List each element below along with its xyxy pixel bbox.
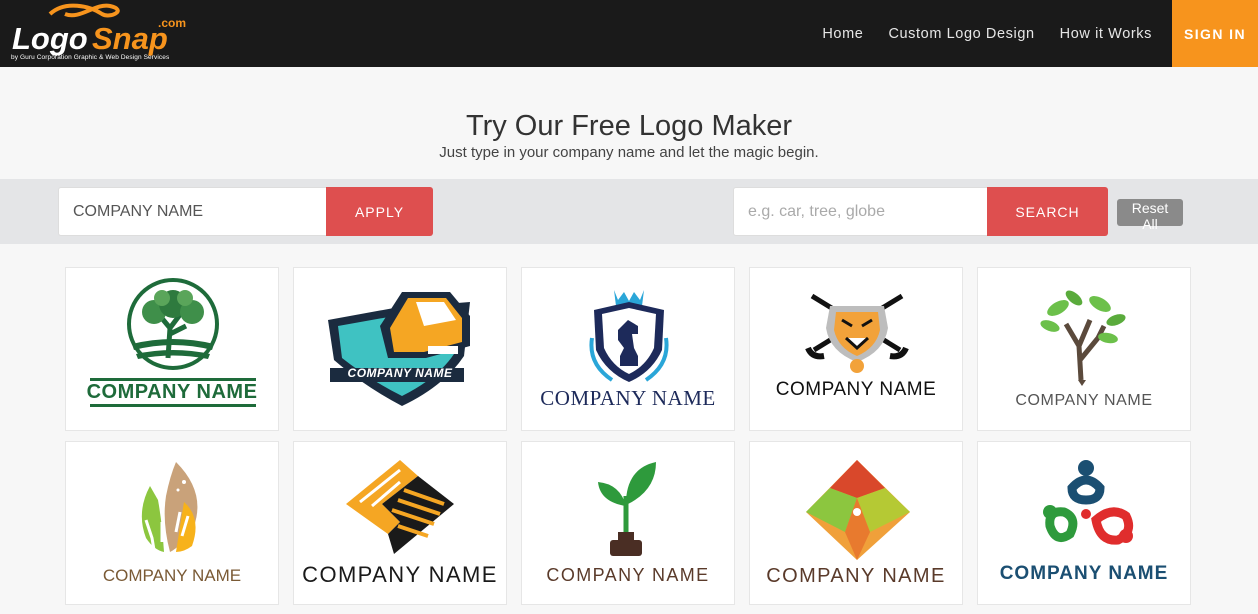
logo-card-10[interactable]: COMPANY NAME <box>977 441 1191 605</box>
logo-card-5[interactable]: COMPANY NAME <box>977 267 1191 431</box>
company-name-text: COMPANY NAME <box>302 562 498 587</box>
company-name-text: COMPANY NAME <box>540 386 716 410</box>
nav-links: Home Custom Logo Design How it Works <box>797 0 1152 67</box>
logo-card-2[interactable]: COMPANY NAME <box>293 267 507 431</box>
reset-all-button[interactable]: Reset All <box>1117 199 1183 232</box>
logo-card-4[interactable]: COMPANY NAME <box>749 267 963 431</box>
tree-circle-icon <box>90 278 256 407</box>
company-name-text: COMPANY NAME <box>999 563 1169 584</box>
company-name-text: COMPANY NAME <box>102 566 242 585</box>
logo-card-7[interactable]: COMPANY NAME <box>293 441 507 605</box>
nav-how-it-works[interactable]: How it Works <box>1060 26 1152 42</box>
nav-home[interactable]: Home <box>822 26 863 42</box>
company-name-text: COMPANY NAME <box>775 379 937 400</box>
nav-custom-logo-design[interactable]: Custom Logo Design <box>888 26 1034 42</box>
logo-card-1[interactable]: COMPANY NAME <box>65 267 279 431</box>
logo-grid: COMPANY NAME COMPANY NAME COMPANY NAME C… <box>65 267 1191 605</box>
logo-domain: .com <box>158 16 186 30</box>
tiger-hockey-icon <box>805 293 909 373</box>
logo-word-2: Snap <box>92 21 168 56</box>
search-button[interactable]: SEARCH <box>987 187 1108 236</box>
company-name-text: COMPANY NAME <box>347 366 453 380</box>
logo-card-3[interactable]: COMPANY NAME <box>521 267 735 431</box>
truck-shield-icon <box>328 292 470 406</box>
apply-button[interactable]: APPLY <box>326 187 433 236</box>
top-navbar: Logo Snap .com by Guru Corporation Graph… <box>0 0 1258 67</box>
company-name-text: COMPANY NAME <box>546 565 710 585</box>
logo-tagline: by Guru Corporation Graphic & Web Design… <box>11 54 170 61</box>
company-name-text: COMPANY NAME <box>86 381 258 403</box>
logo-card-9[interactable]: COMPANY NAME <box>749 441 963 605</box>
logosnap-logo[interactable]: Logo Snap .com by Guru Corporation Graph… <box>10 2 195 64</box>
logo-word-1: Logo <box>12 21 88 56</box>
sign-in-button[interactable]: SIGN IN <box>1172 0 1258 67</box>
logo-toolbar: APPLY SEARCH Reset All <box>0 179 1258 244</box>
company-name-text: COMPANY NAME <box>766 565 946 587</box>
logo-card-8[interactable]: COMPANY NAME <box>521 441 735 605</box>
logo-card-6[interactable]: COMPANY NAME <box>65 441 279 605</box>
page-subtitle: Just type in your company name and let t… <box>439 144 819 161</box>
hero-section: Try Our Free Logo Maker Just type in you… <box>0 67 1258 179</box>
search-input[interactable] <box>733 187 987 236</box>
page-title: Try Our Free Logo Maker <box>465 110 793 142</box>
company-name-text: COMPANY NAME <box>1015 392 1153 409</box>
company-name-input[interactable] <box>58 187 326 236</box>
